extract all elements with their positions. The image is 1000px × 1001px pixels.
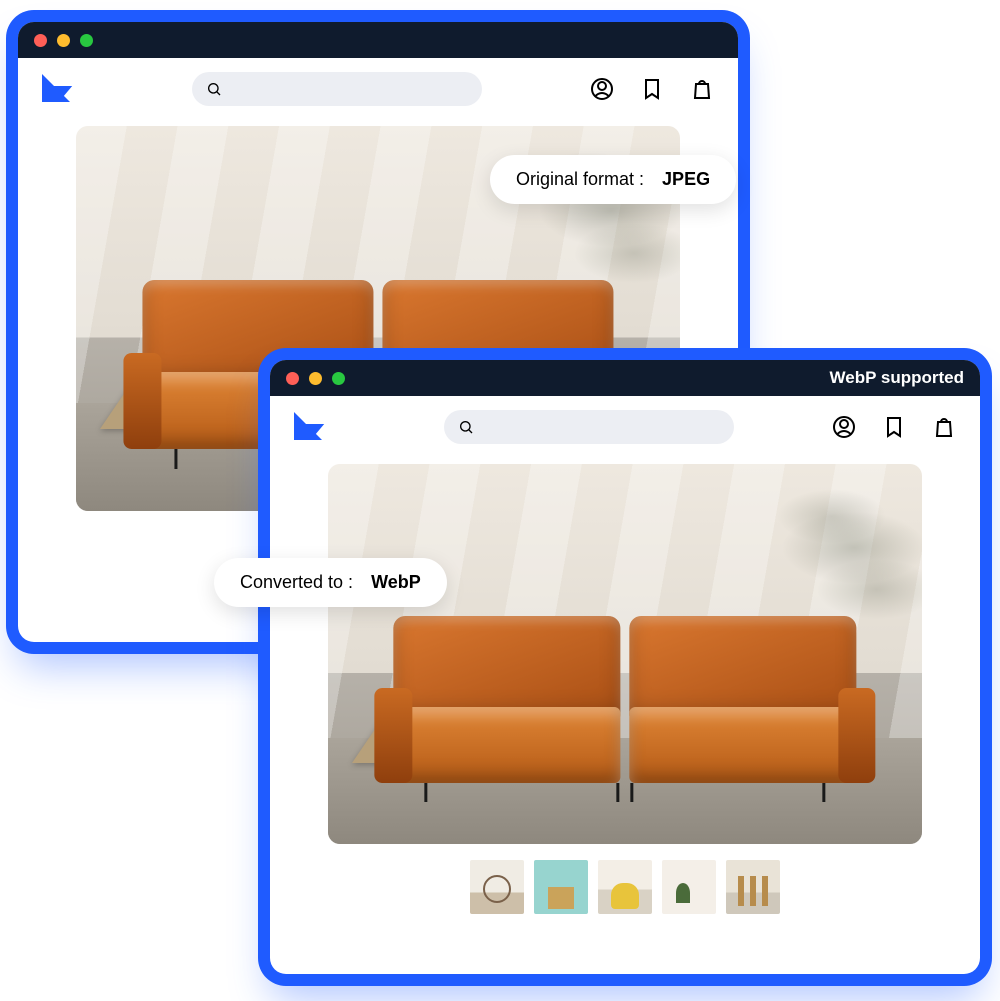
site-toolbar <box>270 396 980 454</box>
search-icon <box>206 81 222 97</box>
search-icon <box>458 419 474 435</box>
bookmark-icon[interactable] <box>882 415 906 439</box>
thumbnail[interactable] <box>534 860 588 914</box>
search-input[interactable] <box>444 410 734 444</box>
account-icon[interactable] <box>590 77 614 101</box>
thumbnail[interactable] <box>470 860 524 914</box>
minimize-window-button[interactable] <box>309 372 322 385</box>
thumbnail[interactable] <box>662 860 716 914</box>
titlebar: WebP supported <box>270 360 980 396</box>
thumbnail-strip <box>470 860 780 914</box>
format-badge-value: WebP <box>371 572 421 593</box>
close-window-button[interactable] <box>34 34 47 47</box>
product-hero-image <box>328 464 922 844</box>
thumbnail[interactable] <box>598 860 652 914</box>
window-controls <box>286 372 345 385</box>
window-controls <box>34 34 93 47</box>
maximize-window-button[interactable] <box>80 34 93 47</box>
minimize-window-button[interactable] <box>57 34 70 47</box>
site-logo[interactable] <box>294 412 324 442</box>
format-badge-label: Converted to : <box>240 572 353 593</box>
format-badge-original: Original format : JPEG <box>490 155 736 204</box>
format-badge-value: JPEG <box>662 169 710 190</box>
site-logo[interactable] <box>42 74 72 104</box>
maximize-window-button[interactable] <box>332 372 345 385</box>
format-badge-converted: Converted to : WebP <box>214 558 447 607</box>
account-icon[interactable] <box>832 415 856 439</box>
search-input[interactable] <box>192 72 482 106</box>
site-toolbar <box>18 58 738 116</box>
titlebar-label: WebP supported <box>830 368 964 388</box>
thumbnail[interactable] <box>726 860 780 914</box>
bookmark-icon[interactable] <box>640 77 664 101</box>
format-badge-label: Original format : <box>516 169 644 190</box>
close-window-button[interactable] <box>286 372 299 385</box>
browser-window-converted: WebP supported <box>270 360 980 974</box>
shopping-bag-icon[interactable] <box>932 415 956 439</box>
shopping-bag-icon[interactable] <box>690 77 714 101</box>
titlebar <box>18 22 738 58</box>
